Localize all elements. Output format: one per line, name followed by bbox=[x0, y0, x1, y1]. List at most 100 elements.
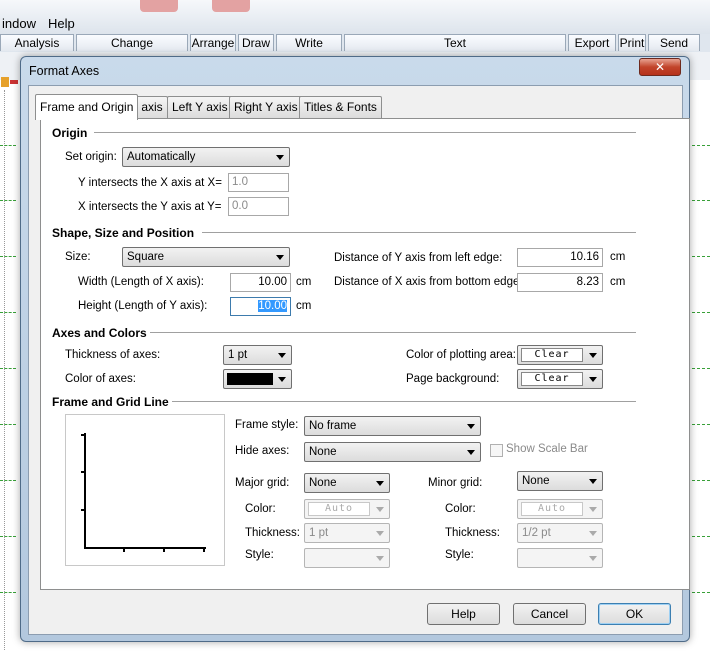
dist-bottom-field[interactable]: 8.23 bbox=[517, 273, 603, 292]
menu-window[interactable]: indow bbox=[2, 16, 36, 31]
chevron-down-icon bbox=[589, 556, 597, 561]
color-axes-select[interactable] bbox=[223, 369, 292, 389]
hide-axes-select[interactable]: None bbox=[304, 442, 481, 462]
set-origin-label: Set origin: bbox=[65, 151, 117, 163]
chevron-down-icon bbox=[278, 377, 286, 382]
section-origin-title: Origin bbox=[52, 126, 88, 140]
toolbar-text[interactable]: Text bbox=[344, 34, 566, 51]
size-value: Square bbox=[127, 251, 165, 263]
grid-dash bbox=[692, 480, 710, 481]
frame-style-select[interactable]: No frame bbox=[304, 416, 481, 436]
toolbar-print[interactable]: Print bbox=[618, 34, 646, 51]
toolbar-send[interactable]: Send bbox=[648, 34, 700, 51]
toolbar-icon bbox=[212, 0, 250, 12]
ok-button[interactable]: OK bbox=[598, 603, 671, 625]
axes-preview bbox=[65, 414, 225, 566]
dist-left-field[interactable]: 10.16 bbox=[517, 248, 603, 267]
app-menubar: indow Help bbox=[0, 0, 710, 34]
toolbar-write[interactable]: Write bbox=[276, 34, 342, 51]
color-swatch bbox=[227, 373, 273, 385]
major-grid-select[interactable]: None bbox=[304, 473, 390, 493]
minor-grid-color-value: Auto bbox=[521, 502, 583, 516]
section-divider bbox=[172, 401, 636, 403]
major-grid-color-label: Color: bbox=[245, 503, 276, 515]
major-grid-color-select[interactable]: Auto bbox=[304, 499, 390, 519]
toolbar-export[interactable]: Export bbox=[568, 34, 616, 51]
cancel-button[interactable]: Cancel bbox=[513, 603, 586, 625]
toolbar-analysis[interactable]: Analysis bbox=[0, 34, 74, 51]
height-unit: cm bbox=[296, 300, 312, 312]
page-background-select[interactable]: Clear bbox=[517, 369, 603, 389]
grid-dash bbox=[0, 592, 16, 593]
minor-grid-thickness-label: Thickness: bbox=[445, 527, 500, 539]
toolbar-arrange[interactable]: Arrange bbox=[190, 34, 236, 51]
chevron-down-icon bbox=[376, 507, 384, 512]
grid-dash bbox=[0, 256, 16, 257]
grid-dash bbox=[692, 368, 710, 369]
tab-frame-and-origin[interactable]: Frame and Origin bbox=[35, 94, 139, 120]
minor-grid-label: Minor grid: bbox=[428, 477, 483, 489]
chevron-down-icon bbox=[278, 353, 286, 358]
app-toolbar: Analysis Change Arrange Draw Write Text … bbox=[0, 34, 710, 52]
menu-help[interactable]: Help bbox=[48, 16, 75, 31]
toolbar-change[interactable]: Change bbox=[76, 34, 188, 51]
width-unit: cm bbox=[296, 276, 312, 288]
minor-grid-style-select[interactable] bbox=[517, 548, 603, 568]
close-button[interactable]: ✕ bbox=[639, 58, 681, 76]
chevron-down-icon bbox=[376, 481, 384, 486]
set-origin-select[interactable]: Automatically bbox=[122, 147, 290, 167]
grid-dash bbox=[0, 145, 16, 146]
toolbar-icon bbox=[140, 0, 178, 12]
grid-dash bbox=[0, 536, 16, 537]
size-select[interactable]: Square bbox=[122, 247, 290, 267]
thickness-axes-select[interactable]: 1 pt bbox=[223, 345, 292, 365]
height-field[interactable]: 10.00 bbox=[230, 297, 291, 316]
chevron-down-icon bbox=[589, 377, 597, 382]
chevron-down-icon bbox=[589, 479, 597, 484]
tab-right-y-axis[interactable]: Right Y axis bbox=[229, 96, 303, 118]
tab-left-y-axis[interactable]: Left Y axis bbox=[167, 96, 233, 118]
minor-grid-color-label: Color: bbox=[445, 503, 476, 515]
minor-grid-thickness-value: 1/2 pt bbox=[522, 527, 551, 539]
dist-bottom-unit: cm bbox=[610, 276, 626, 288]
major-grid-style-select[interactable] bbox=[304, 548, 390, 568]
grid-dash bbox=[0, 368, 16, 369]
x-intersect-field[interactable]: 0.0 bbox=[228, 197, 289, 216]
major-grid-color-value: Auto bbox=[308, 502, 370, 516]
height-value-selected: 10.00 bbox=[258, 300, 287, 312]
minor-grid-select[interactable]: None bbox=[517, 471, 603, 491]
y-intersect-field[interactable]: 1.0 bbox=[228, 173, 289, 192]
minor-grid-style-label: Style: bbox=[445, 549, 474, 561]
page-background-label: Page background: bbox=[406, 373, 500, 385]
major-grid-thickness-value: 1 pt bbox=[309, 527, 329, 539]
grid-dash bbox=[692, 592, 710, 593]
chevron-down-icon bbox=[589, 531, 597, 536]
help-button[interactable]: Help bbox=[427, 603, 500, 625]
show-scale-bar-label: Show Scale Bar bbox=[506, 443, 588, 455]
show-scale-bar-checkbox[interactable] bbox=[490, 444, 503, 457]
section-divider bbox=[202, 232, 636, 234]
size-label: Size: bbox=[65, 251, 91, 263]
height-label: Height (Length of Y axis): bbox=[78, 300, 208, 312]
thickness-axes-label: Thickness of axes: bbox=[65, 349, 161, 361]
page-margin-line bbox=[4, 90, 5, 650]
plot-area-color-select[interactable]: Clear bbox=[517, 345, 603, 365]
grid-dash bbox=[692, 536, 710, 537]
plot-area-color-value: Clear bbox=[521, 348, 583, 362]
width-field[interactable]: 10.00 bbox=[230, 273, 291, 292]
width-label: Width (Length of X axis): bbox=[78, 276, 204, 288]
dist-bottom-label: Distance of X axis from bottom edge: bbox=[334, 276, 523, 288]
chevron-down-icon bbox=[589, 353, 597, 358]
section-divider bbox=[94, 132, 636, 134]
tab-titles-fonts[interactable]: Titles & Fonts bbox=[299, 96, 382, 118]
toolbar-draw[interactable]: Draw bbox=[238, 34, 274, 51]
section-shape-title: Shape, Size and Position bbox=[52, 226, 195, 240]
chevron-down-icon bbox=[467, 424, 475, 429]
dialog-title: Format Axes bbox=[29, 64, 100, 78]
minor-grid-thickness-select[interactable]: 1/2 pt bbox=[517, 523, 603, 543]
plot-area-color-label: Color of plotting area: bbox=[406, 349, 516, 361]
major-grid-thickness-select[interactable]: 1 pt bbox=[304, 523, 390, 543]
minor-grid-color-select[interactable]: Auto bbox=[517, 499, 603, 519]
color-axes-label: Color of axes: bbox=[65, 373, 136, 385]
y-intersect-label: Y intersects the X axis at X= bbox=[78, 177, 222, 189]
